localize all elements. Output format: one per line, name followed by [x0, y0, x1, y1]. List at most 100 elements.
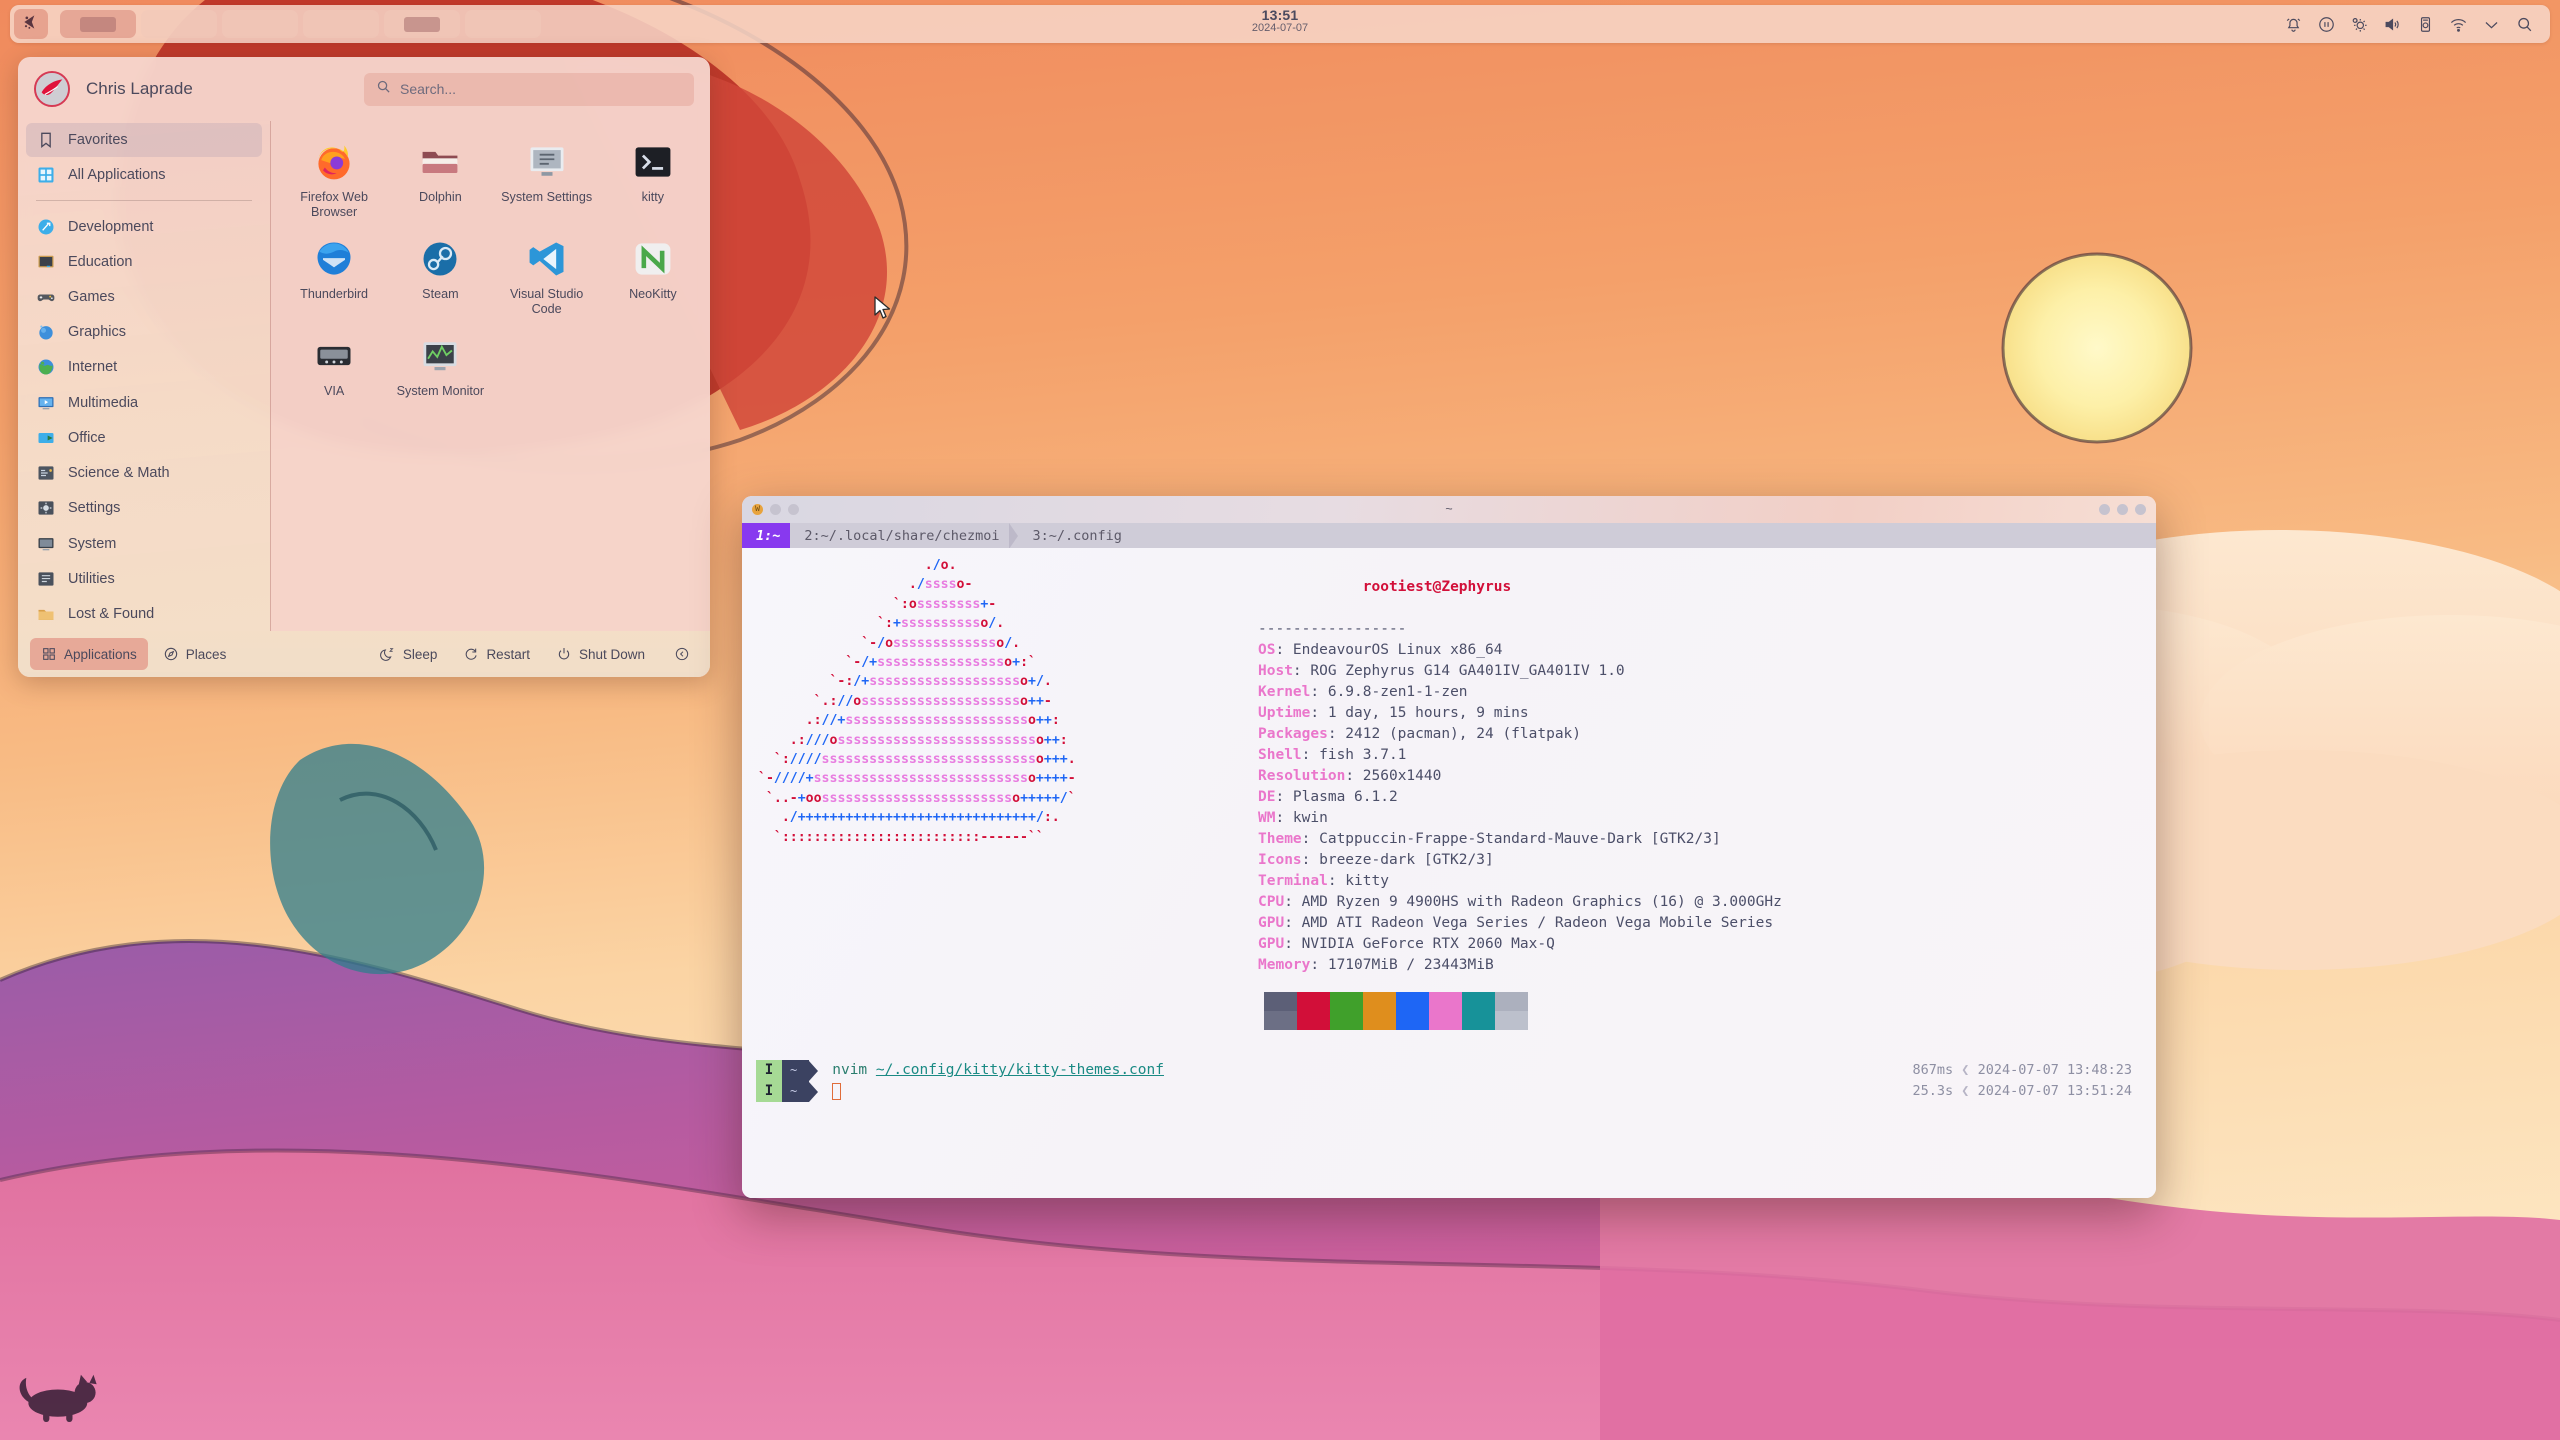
application-launcher-button[interactable] — [14, 9, 48, 39]
sidebar-item-internet[interactable]: Internet — [26, 350, 262, 384]
wifi-icon[interactable] — [2449, 15, 2468, 34]
app-label: NeoKitty — [629, 287, 677, 301]
terminal-content[interactable]: ./o. ./sssso- `:ossssssss+- `:+sssssssss… — [742, 548, 2156, 1198]
brightness-icon[interactable] — [2350, 15, 2369, 34]
app-tile-system-settings[interactable]: System Settings — [494, 131, 600, 228]
neofetch-fields: OS: EndeavourOS Linux x86_64 Host: ROG Ze… — [1258, 640, 1782, 976]
system-settings-icon — [525, 140, 569, 184]
task-item[interactable] — [141, 10, 217, 38]
terminal-tab-1[interactable]: 1:~ — [742, 523, 791, 548]
prompt-directory: ~ — [782, 1081, 810, 1102]
task-manager — [60, 10, 541, 38]
footer-tab-places[interactable]: Places — [152, 638, 238, 670]
task-item[interactable] — [384, 10, 460, 38]
user-name: Chris Laprade — [86, 79, 193, 98]
chevron-down-icon[interactable] — [2482, 15, 2501, 34]
app-label: Steam — [422, 287, 459, 301]
sidebar-item-development[interactable]: Development — [26, 209, 262, 243]
graphics-icon — [36, 322, 56, 342]
app-tile-system-monitor[interactable]: System Monitor — [387, 325, 493, 422]
footer-tab-applications[interactable]: Applications — [30, 638, 148, 670]
search-input[interactable]: Search... — [364, 72, 694, 106]
sleep-button[interactable]: Sleep — [369, 638, 449, 670]
sidebar-item-multimedia[interactable]: Multimedia — [26, 386, 262, 420]
neofetch-field: GPU: NVIDIA GeForce RTX 2060 Max-Q — [1258, 934, 1782, 955]
app-tile-thunderbird[interactable]: Thunderbird — [281, 228, 387, 325]
system-monitor-icon — [418, 334, 462, 378]
command-timestamp: 2024-07-07 13:48:23 — [1977, 1062, 2132, 1078]
tabbar-empty-area — [1141, 523, 2156, 548]
sidebar-item-office[interactable]: Office — [26, 421, 262, 455]
palette-swatch — [1363, 992, 1396, 1011]
sidebar-item-utilities[interactable]: Utilities — [26, 562, 262, 596]
app-tile-via[interactable]: VIA — [281, 325, 387, 422]
restart-button[interactable]: Restart — [452, 638, 541, 670]
vscode-icon — [525, 237, 569, 281]
search-icon[interactable] — [2515, 15, 2534, 34]
neofetch-field: CPU: AMD Ryzen 9 4900HS with Radeon Grap… — [1258, 892, 1782, 913]
neofetch-field-key: Uptime — [1258, 705, 1311, 721]
globe-icon — [36, 357, 56, 377]
neofetch-field-value: : 2560x1440 — [1345, 768, 1442, 784]
app-tile-vscode[interactable]: Visual Studio Code — [494, 228, 600, 325]
terminal-tab-2[interactable]: 2:~/.local/share/chezmoi — [790, 523, 1009, 548]
app-tile-steam[interactable]: Steam — [387, 228, 493, 325]
tab-label: 1:~ — [756, 527, 781, 544]
sidebar-item-system[interactable]: System — [26, 526, 262, 560]
sidebar-item-science-math[interactable]: Science & Math — [26, 456, 262, 490]
avatar[interactable] — [34, 71, 70, 107]
neofetch-field-key: GPU — [1258, 915, 1285, 931]
system-icon — [36, 534, 56, 554]
notification-bell-icon[interactable] — [2284, 15, 2303, 34]
neofetch-field-key: CPU — [1258, 894, 1285, 910]
command-text: nvim ~/.config/kitty/kitty-themes.conf — [832, 1060, 1164, 1081]
tab-label: 3:~/.config — [1032, 527, 1122, 544]
palette-swatch — [1330, 992, 1363, 1011]
neofetch-field: Icons: breeze-dark [GTK2/3] — [1258, 850, 1782, 871]
shutdown-button[interactable]: Shut Down — [545, 638, 656, 670]
volume-icon[interactable] — [2383, 15, 2402, 34]
chevron-left-icon: ❮ — [1961, 1083, 1970, 1099]
sidebar-item-label: Office — [68, 429, 106, 446]
command-path: ~/.config/kitty/kitty-themes.conf — [875, 1062, 1164, 1078]
grid-apps-icon — [36, 165, 56, 185]
neofetch-field: Packages: 2412 (pacman), 24 (flatpak) — [1258, 724, 1782, 745]
app-tile-dolphin[interactable]: Dolphin — [387, 131, 493, 228]
sidebar-item-settings[interactable]: Settings — [26, 491, 262, 525]
terminal-tab-3[interactable]: 3:~/.config — [1018, 523, 1131, 548]
command-duration: 25.3s — [1912, 1083, 1954, 1099]
app-label: Dolphin — [419, 190, 462, 204]
neofetch-field-key: Host — [1258, 663, 1293, 679]
prompt-arrow-icon — [809, 1081, 819, 1102]
collapse-sidebar-button[interactable] — [666, 638, 698, 670]
color-palette — [1264, 992, 1528, 1030]
task-item[interactable] — [303, 10, 379, 38]
command-timestamp: 2024-07-07 13:51:24 — [1977, 1083, 2132, 1099]
neofetch-field-key: DE — [1258, 789, 1276, 805]
app-tile-firefox[interactable]: Firefox Web Browser — [281, 131, 387, 228]
task-item[interactable] — [465, 10, 541, 38]
prompt-directory: ~ — [782, 1060, 810, 1081]
neofetch-field-key: Shell — [1258, 747, 1302, 763]
task-item[interactable] — [222, 10, 298, 38]
app-tile-neokitty[interactable]: NeoKitty — [600, 228, 706, 325]
neofetch-field: Terminal: kitty — [1258, 871, 1782, 892]
kitty-icon — [631, 140, 675, 184]
sidebar-item-education[interactable]: Education — [26, 245, 262, 279]
sidebar-item-lost-found[interactable]: Lost & Found — [26, 597, 262, 631]
system-tray — [2284, 15, 2550, 34]
neofetch-field-key: Icons — [1258, 852, 1302, 868]
sidebar-item-all-applications[interactable]: All Applications — [26, 158, 262, 192]
neofetch-output: ./o. ./sssso- `:ossssssss+- `:+sssssssss… — [742, 556, 2156, 1030]
neofetch-field: WM: kwin — [1258, 808, 1782, 829]
task-item[interactable] — [60, 10, 136, 38]
media-pause-icon[interactable] — [2317, 15, 2336, 34]
device-notifier-icon[interactable] — [2416, 15, 2435, 34]
sidebar-item-label: Science & Math — [68, 465, 170, 482]
steam-icon — [418, 237, 462, 281]
sidebar-item-graphics[interactable]: Graphics — [26, 315, 262, 349]
sidebar-item-favorites[interactable]: Favorites — [26, 123, 262, 158]
footer-tab-label: Places — [185, 646, 227, 662]
app-tile-kitty[interactable]: kitty — [600, 131, 706, 228]
sidebar-item-games[interactable]: Games — [26, 280, 262, 314]
